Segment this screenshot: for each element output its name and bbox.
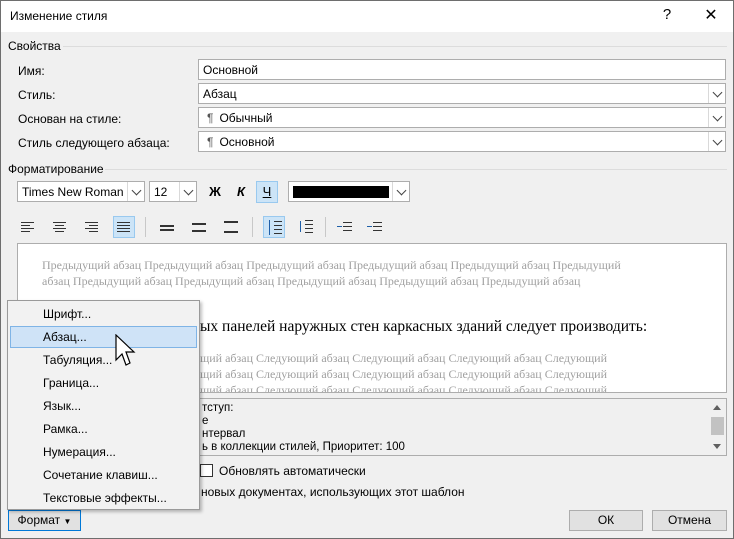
font-color-select[interactable] bbox=[288, 181, 410, 202]
cancel-button[interactable]: Отмена bbox=[652, 510, 727, 531]
menu-item-paragraph[interactable]: Абзац... bbox=[10, 326, 197, 348]
font-color-swatch bbox=[293, 186, 389, 198]
name-label: Имя: bbox=[18, 64, 45, 78]
format-button[interactable]: Формат ▼ bbox=[8, 510, 81, 531]
style-type-value: Абзац bbox=[203, 87, 237, 101]
menu-item-border[interactable]: Граница... bbox=[10, 372, 197, 394]
paragraph-icon: ¶ bbox=[207, 111, 214, 125]
chevron-down-icon[interactable] bbox=[179, 182, 196, 201]
italic-button[interactable]: К bbox=[230, 181, 252, 203]
template-docs-label: новых документах, использующих этот шабл… bbox=[201, 485, 465, 499]
menu-item-tabs[interactable]: Табуляция... bbox=[10, 349, 197, 371]
auto-update-checkbox[interactable] bbox=[200, 464, 213, 477]
single-spacing-icon[interactable] bbox=[156, 216, 178, 238]
align-justify-icon[interactable] bbox=[113, 216, 135, 238]
description-line: ь в коллекции стилей, Приоритет: 100 bbox=[202, 441, 405, 453]
menu-item-frame[interactable]: Рамка... bbox=[10, 418, 197, 440]
scroll-down-icon[interactable] bbox=[713, 444, 721, 449]
scroll-up-icon[interactable] bbox=[713, 405, 721, 410]
align-center-icon[interactable] bbox=[49, 216, 71, 238]
ok-button[interactable]: ОК bbox=[569, 510, 643, 531]
chevron-down-icon[interactable] bbox=[392, 182, 409, 201]
auto-update-label: Обновлять автоматически bbox=[219, 464, 366, 478]
double-spacing-icon[interactable] bbox=[220, 216, 242, 238]
based-on-select[interactable]: ¶ Обычный bbox=[198, 107, 726, 128]
next-style-value: Основной bbox=[219, 135, 275, 149]
one-half-spacing-icon[interactable] bbox=[188, 216, 210, 238]
scroll-thumb[interactable] bbox=[711, 417, 724, 435]
title-bar: Изменение стиля ? ✕ bbox=[1, 1, 733, 32]
help-icon[interactable]: ? bbox=[657, 6, 677, 23]
preview-next-line-2: щий абзац Следующий абзац Следующий абза… bbox=[200, 367, 608, 381]
font-size-value: 12 bbox=[154, 185, 168, 199]
format-menu: Шрифт... Абзац... Табуляция... Граница..… bbox=[7, 300, 200, 510]
preview-sample-text: ых панелей наружных стен каркасных здани… bbox=[200, 318, 648, 335]
underline-button[interactable]: Ч bbox=[256, 181, 278, 203]
style-type-label: Стиль: bbox=[18, 88, 56, 102]
name-field[interactable]: Основной bbox=[198, 59, 726, 80]
preview-next-line-1: щий абзац Следующий абзац Следующий абза… bbox=[200, 351, 608, 365]
toolbar-separator bbox=[252, 217, 253, 237]
toolbar-separator bbox=[325, 217, 326, 237]
caret-down-icon: ▼ bbox=[63, 517, 72, 526]
based-on-value: Обычный bbox=[219, 111, 273, 125]
description-line: е bbox=[202, 415, 209, 427]
description-line: нтервал bbox=[202, 428, 246, 440]
properties-divider bbox=[63, 46, 727, 47]
menu-item-shortcut-key[interactable]: Сочетание клавиш... bbox=[10, 464, 197, 486]
chevron-down-icon[interactable] bbox=[708, 84, 725, 103]
align-right-icon[interactable] bbox=[81, 216, 103, 238]
description-scrollbar[interactable] bbox=[709, 399, 726, 455]
modify-style-dialog: Изменение стиля ? ✕ Свойства Имя: Основн… bbox=[0, 0, 734, 539]
menu-item-font[interactable]: Шрифт... bbox=[10, 303, 197, 325]
properties-heading: Свойства bbox=[8, 39, 61, 53]
spacing-before-icon[interactable] bbox=[263, 216, 285, 238]
menu-item-text-effects[interactable]: Текстовые эффекты... bbox=[10, 487, 197, 509]
bold-button[interactable]: Ж bbox=[204, 181, 226, 203]
mouse-cursor-icon bbox=[115, 334, 136, 366]
chevron-down-icon[interactable] bbox=[708, 108, 725, 127]
font-name-select[interactable]: Times New Roman bbox=[17, 181, 145, 202]
next-style-label: Стиль следующего абзаца: bbox=[18, 136, 170, 150]
dialog-title: Изменение стиля bbox=[10, 9, 108, 23]
preview-previous-paragraph: Предыдущий абзац Предыдущий абзац Предыд… bbox=[42, 258, 621, 288]
based-on-label: Основан на стиле: bbox=[18, 112, 122, 126]
formatting-heading: Форматирование bbox=[8, 162, 104, 176]
font-name-value: Times New Roman bbox=[22, 185, 124, 199]
formatting-divider bbox=[105, 169, 727, 170]
format-button-label: Формат bbox=[17, 513, 61, 527]
name-value: Основной bbox=[203, 63, 259, 77]
chevron-down-icon[interactable] bbox=[708, 132, 725, 151]
description-line: тступ: bbox=[202, 402, 234, 414]
decrease-indent-icon[interactable] bbox=[334, 216, 356, 238]
style-type-select[interactable]: Абзац bbox=[198, 83, 726, 104]
next-style-select[interactable]: ¶ Основной bbox=[198, 131, 726, 152]
menu-item-numbering[interactable]: Нумерация... bbox=[10, 441, 197, 463]
font-size-select[interactable]: 12 bbox=[149, 181, 197, 202]
menu-item-language[interactable]: Язык... bbox=[10, 395, 197, 417]
toolbar-separator bbox=[145, 217, 146, 237]
chevron-down-icon[interactable] bbox=[127, 182, 144, 201]
paragraph-icon: ¶ bbox=[207, 135, 214, 149]
spacing-after-icon[interactable] bbox=[295, 216, 317, 238]
preview-next-line-3: щий абзац Следующий абзац Следующий абза… bbox=[200, 383, 608, 393]
increase-indent-icon[interactable] bbox=[364, 216, 386, 238]
close-icon[interactable]: ✕ bbox=[701, 5, 721, 25]
align-left-icon[interactable] bbox=[17, 216, 39, 238]
